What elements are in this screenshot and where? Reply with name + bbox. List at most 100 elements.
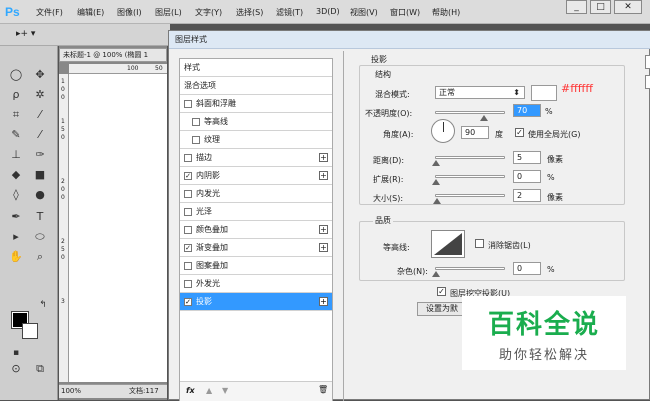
eraser-tool-icon[interactable]: ◆ <box>9 168 23 182</box>
add-style-button[interactable]: + <box>319 171 328 180</box>
style-checkbox[interactable] <box>192 136 200 144</box>
spread-slider-thumb[interactable] <box>432 179 440 185</box>
document-tab[interactable]: 未标题-1 @ 100% (椭圆 1 <box>59 48 167 62</box>
menu-3d[interactable]: 3D(D) <box>316 7 340 16</box>
angle-dial[interactable] <box>431 119 455 143</box>
contour-picker[interactable] <box>431 230 465 258</box>
opacity-field[interactable]: 70 <box>513 104 541 117</box>
default-colors-icon[interactable]: ▪ <box>9 346 23 360</box>
style-checkbox[interactable] <box>184 262 192 270</box>
screen-mode-icon[interactable]: ⧉ <box>33 362 47 376</box>
distance-field[interactable]: 5 <box>513 151 541 164</box>
move-down-icon[interactable]: ▼ <box>222 386 228 395</box>
marquee-tool-icon[interactable]: ◯ <box>9 68 23 82</box>
menu-file[interactable]: 文件(F) <box>36 7 63 18</box>
style-checkbox[interactable] <box>184 100 192 108</box>
stamp-tool-icon[interactable]: ⊥ <box>9 148 23 162</box>
style-checkbox[interactable] <box>184 280 192 288</box>
background-color-swatch[interactable] <box>22 323 38 339</box>
distance-slider-thumb[interactable] <box>432 160 440 166</box>
history-brush-icon[interactable]: ✑ <box>33 148 47 162</box>
blur-tool-icon[interactable]: ◊ <box>9 188 23 202</box>
minimize-button[interactable]: _ <box>566 0 587 14</box>
zoom-level[interactable]: 100% <box>61 385 81 398</box>
maximize-button[interactable]: □ <box>590 0 611 14</box>
global-light-checkbox[interactable]: ✓ <box>515 128 524 137</box>
move-tool-icon[interactable]: ✥ <box>33 68 47 82</box>
style-checkbox[interactable] <box>184 226 192 234</box>
add-style-button[interactable]: + <box>319 243 328 252</box>
path-select-icon[interactable]: ▸ <box>9 230 23 244</box>
menu-window[interactable]: 窗口(W) <box>390 7 420 18</box>
style-checkbox[interactable] <box>192 118 200 126</box>
add-style-button[interactable]: + <box>319 225 328 234</box>
size-field[interactable]: 2 <box>513 189 541 202</box>
style-list-item[interactable]: 等高线 <box>180 113 332 131</box>
noise-field[interactable]: 0 <box>513 262 541 275</box>
style-list-item[interactable]: 描边 + <box>180 149 332 167</box>
add-style-button[interactable]: + <box>319 297 328 306</box>
style-checkbox[interactable] <box>184 208 192 216</box>
ellipse-tool-icon[interactable]: ⬭ <box>33 230 47 244</box>
style-list-item[interactable]: ✓ 渐变叠加 + <box>180 239 332 257</box>
menu-view[interactable]: 视图(V) <box>350 7 378 18</box>
style-checkbox[interactable]: ✓ <box>184 298 192 306</box>
zoom-tool-icon[interactable]: ⌕ <box>33 250 47 264</box>
add-style-button[interactable]: + <box>319 153 328 162</box>
brush-tool-icon[interactable]: ⁄ <box>33 128 47 142</box>
quick-mask-icon[interactable]: ⊙ <box>9 362 23 376</box>
style-list-item[interactable]: 图案叠加 <box>180 257 332 275</box>
style-list-item[interactable]: 斜面和浮雕 <box>180 95 332 113</box>
size-slider-thumb[interactable] <box>433 198 441 204</box>
gradient-tool-icon[interactable]: ■ <box>33 168 47 182</box>
spread-slider[interactable] <box>435 175 505 178</box>
style-list-item[interactable]: 颜色叠加 + <box>180 221 332 239</box>
noise-slider-thumb[interactable] <box>432 271 440 277</box>
fx-icon[interactable]: fx <box>186 386 195 395</box>
knockout-checkbox[interactable]: ✓ <box>437 287 446 296</box>
shadow-color-swatch[interactable] <box>531 85 557 101</box>
distance-slider[interactable] <box>435 156 505 159</box>
blend-mode-select[interactable]: 正常 ⬍ <box>435 86 525 99</box>
antialias-checkbox[interactable] <box>475 239 484 248</box>
opacity-slider-thumb[interactable] <box>480 115 488 121</box>
move-tool-options-icon[interactable]: ▸+ ▾ <box>16 29 35 39</box>
dodge-tool-icon[interactable]: ● <box>33 188 47 202</box>
style-checkbox[interactable]: ✓ <box>184 172 192 180</box>
style-checkbox[interactable] <box>184 190 192 198</box>
style-list-item[interactable]: 光泽 <box>180 203 332 221</box>
menu-filter[interactable]: 滤镜(T) <box>276 7 303 18</box>
type-tool-icon[interactable]: T <box>33 210 47 224</box>
style-list-item[interactable]: 混合选项 <box>180 77 332 95</box>
angle-field[interactable]: 90 <box>461 126 489 139</box>
noise-slider[interactable] <box>435 267 505 270</box>
swap-colors-icon[interactable]: ↰ <box>36 298 50 312</box>
hand-tool-icon[interactable]: ✋ <box>9 250 23 264</box>
healing-brush-icon[interactable]: ✎ <box>9 128 23 142</box>
menu-help[interactable]: 帮助(H) <box>432 7 460 18</box>
menu-image[interactable]: 图像(I) <box>117 7 142 18</box>
ok-button-edge[interactable] <box>645 55 650 69</box>
style-list-item[interactable]: 内发光 <box>180 185 332 203</box>
opacity-slider[interactable] <box>435 111 505 114</box>
close-button[interactable]: ✕ <box>614 0 642 14</box>
crop-tool-icon[interactable]: ⌗ <box>9 108 23 122</box>
style-list-item[interactable]: 外发光 <box>180 275 332 293</box>
style-list-item[interactable]: 样式 <box>180 59 332 77</box>
spread-field[interactable]: 0 <box>513 170 541 183</box>
menu-select[interactable]: 选择(S) <box>236 7 263 18</box>
document-canvas[interactable] <box>69 74 167 382</box>
menu-type[interactable]: 文字(Y) <box>195 7 222 18</box>
style-checkbox[interactable] <box>184 154 192 162</box>
make-default-button[interactable]: 设置为默 <box>417 302 467 316</box>
size-slider[interactable] <box>435 194 505 197</box>
trash-icon[interactable]: 🗑 <box>318 385 328 394</box>
pen-tool-icon[interactable]: ✒ <box>9 210 23 224</box>
cancel-button-edge[interactable] <box>645 75 650 89</box>
style-list-item-selected[interactable]: ✓ 投影 + <box>180 293 332 311</box>
style-list-item[interactable]: ✓ 内阴影 + <box>180 167 332 185</box>
menu-edit[interactable]: 编辑(E) <box>77 7 104 18</box>
lasso-tool-icon[interactable]: ρ <box>9 88 23 102</box>
style-checkbox[interactable]: ✓ <box>184 244 192 252</box>
style-list-item[interactable]: 纹理 <box>180 131 332 149</box>
